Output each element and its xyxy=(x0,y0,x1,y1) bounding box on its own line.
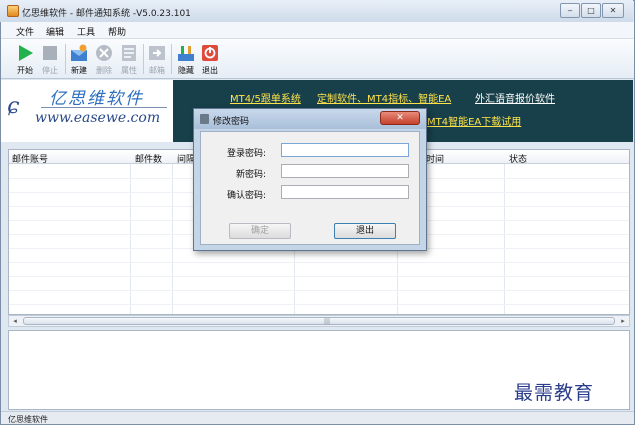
confirm-password-input[interactable] xyxy=(281,185,409,199)
link-voice-quote[interactable]: 外汇语音报价软件 xyxy=(475,90,555,105)
toolbar: 开始 停止 新建 删除 属性 邮箱 隐藏 退出 xyxy=(1,39,634,79)
menu-tools[interactable]: 工具 xyxy=(77,25,95,38)
logo-divider xyxy=(41,107,167,108)
menu-edit[interactable]: 编辑 xyxy=(46,25,64,38)
confirm-password-label: 确认密码: xyxy=(226,191,266,201)
properties-button[interactable]: 属性 xyxy=(117,42,141,76)
column-header-account[interactable]: 邮件账号 xyxy=(12,152,48,165)
properties-icon xyxy=(122,45,136,61)
row-divider xyxy=(9,262,629,263)
logo-banner: ɕ 亿思维软件 www.easewe.com xyxy=(1,80,173,142)
column-header-status[interactable]: 状态 xyxy=(509,152,527,165)
delete-icon xyxy=(96,45,112,61)
new-password-label: 新密码: xyxy=(235,170,266,180)
logo-mark: ɕ xyxy=(7,94,20,119)
exit-button[interactable]: 退出 xyxy=(198,42,222,76)
close-button[interactable]: ✕ xyxy=(602,3,624,18)
dialog-body: 登录密码: 新密码: 确认密码: 确定 退出 xyxy=(200,131,420,245)
column-divider xyxy=(504,164,505,314)
dialog-close-button[interactable]: ✕ xyxy=(380,111,420,125)
row-divider xyxy=(9,290,629,291)
column-header-count[interactable]: 邮件数 xyxy=(135,152,162,165)
status-text: 亿思维软件 xyxy=(8,415,48,424)
link-custom-software[interactable]: 定制软件、MT4指标、智能EA xyxy=(317,90,451,105)
mailbox-label: 邮箱 xyxy=(149,66,165,75)
exit-icon xyxy=(202,45,218,61)
play-icon xyxy=(19,45,33,61)
exit-label: 退出 xyxy=(202,66,218,75)
hide-icon xyxy=(178,46,194,61)
menu-help[interactable]: 帮助 xyxy=(108,25,126,38)
mailbox-button[interactable]: 邮箱 xyxy=(145,42,169,76)
horizontal-scrollbar[interactable]: ◂ ||| ▸ xyxy=(8,315,630,327)
dialog-title: 修改密码 xyxy=(213,117,250,127)
row-divider xyxy=(9,276,629,277)
confirm-button[interactable]: 确定 xyxy=(229,223,291,239)
app-icon xyxy=(7,5,19,17)
logo-name: 亿思维软件 xyxy=(49,89,144,109)
stop-label: 停止 xyxy=(42,66,58,75)
login-password-label: 登录密码: xyxy=(226,149,266,159)
new-mail-icon xyxy=(71,44,87,61)
link-ea-download[interactable]: MT4智能EA下载试用 xyxy=(427,113,521,128)
row-divider xyxy=(9,304,629,305)
menu-bar: 文件 编辑 工具 帮助 xyxy=(1,22,634,39)
dialog-title-bar: 修改密码 ✕ xyxy=(194,109,426,129)
dialog-exit-button[interactable]: 退出 xyxy=(334,223,396,239)
status-bar: 亿思维软件 xyxy=(1,411,634,424)
scroll-thumb[interactable]: ||| xyxy=(23,317,615,325)
scroll-right-icon[interactable]: ▸ xyxy=(617,316,629,326)
menu-file[interactable]: 文件 xyxy=(16,25,34,38)
maximize-button[interactable]: □ xyxy=(581,3,601,18)
minimize-button[interactable]: ‒ xyxy=(560,3,580,18)
change-password-dialog: 修改密码 ✕ 登录密码: 新密码: 确认密码: 确定 退出 xyxy=(193,108,427,251)
new-password-input[interactable] xyxy=(281,164,409,178)
logo-url: www.easewe.com xyxy=(35,110,161,126)
lock-icon xyxy=(200,114,209,124)
window-title: 亿思维软件 - 邮件通知系统 -V5.0.23.101 xyxy=(22,9,191,19)
mailbox-icon xyxy=(149,46,165,60)
link-copy-trade[interactable]: MT4/5跟单系统 xyxy=(230,90,301,105)
watermark: 最需教育 xyxy=(514,382,595,404)
scroll-left-icon[interactable]: ◂ xyxy=(9,316,21,326)
title-bar: 亿思维软件 - 邮件通知系统 -V5.0.23.101 ‒ □ ✕ xyxy=(0,0,633,22)
stop-icon xyxy=(43,46,57,60)
login-password-input[interactable] xyxy=(281,143,409,157)
grip-icon: ||| xyxy=(324,318,331,325)
column-divider xyxy=(172,164,173,314)
stop-button[interactable]: 停止 xyxy=(38,42,62,76)
column-header-time[interactable]: 时间 xyxy=(426,152,444,165)
column-divider xyxy=(130,164,131,314)
